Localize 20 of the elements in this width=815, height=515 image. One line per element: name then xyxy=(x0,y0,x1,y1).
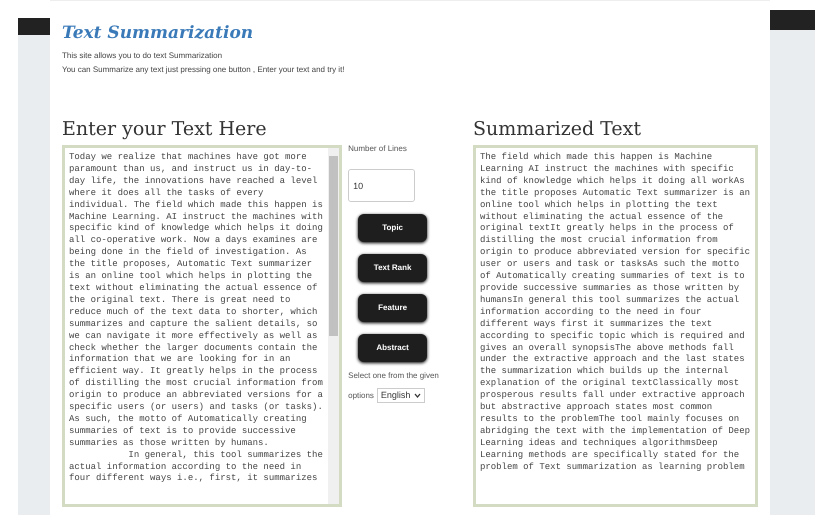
summary-output-area[interactable]: The field which made this happen is Machine Learning AI instruct the machines with specific kind of knowledge which helps it doing all workAs the title proposes Automatic Text summarizer is an online tool which helps in plotting the text without eliminating the actual essence of the original textIt greatly helps in the process of distilling the most crucial information from origin to produce abbreviated version for specific user or users and task or tasksAs such the motto of Automatically creating summaries of text is to provide successive summaries as those written by humansIn general this tool summarizes the actual information according to the need in four different ways first it summarizes the text according to specific topic which is required and gives an overall synopsisThe above methods fall under the extractive approach and the last states the summarization which builds up the internal explanation of the original textClassically most prosperous results fall under extractive approach but abstractive approach states most common results to the problemThe tool mainly focuses on abridging the text with the implementation of Deep Learning ideas and techniques algorithmsDeep Learning methods are specifically stated for the problem of Text summarization as learning problem xyxy=(472,145,758,507)
method-button[interactable]: Feature xyxy=(358,294,428,322)
section-heading: Enter your Text Here xyxy=(62,117,268,141)
side-bar xyxy=(770,10,815,30)
method-button[interactable]: Topic xyxy=(358,214,428,242)
field-label: Select one from the given xyxy=(348,370,440,382)
description-text: You can Summarize any text just pressing one button , Enter your text and try it! xyxy=(62,64,346,76)
lines-input[interactable]: 10 xyxy=(348,169,416,202)
text-input-area[interactable]: Today we realize that machines have got more paramount than us, and instruct us in day-to-day life, the innovations have reached a level where it does all the tasks of every individual. The field which made this happen is Machine Learning. AI instruct the machines with specific kind of knowledge which helps it doing all co-operative work. Now a days examines are being done in the field of investigation. As the title proposes, Automatic Text summarizer is an online tool which helps in plotting the text without eliminating the actual essence of the original text. There is great need to reduce much of the text data to shorter, which summarizes and capture the salient details, so we can navigate it more effectively as well as check whether the larger documents contain the information that we are looking for in an efficient way. It greatly helps in the process of distilling the most crucial information from origin to produce an abbreviated versions for a specific users (or users) and tasks (or tasks). As such, the motto of Automatically creating summaries of text is to provide successive summaries as those written by humans. In general, this tool summarizes the actual information according to the need in four different ways i.e., first, it summarizes xyxy=(62,145,342,507)
language-select[interactable]: English xyxy=(376,388,426,403)
scrollbar[interactable] xyxy=(328,148,340,504)
chevron-down-icon xyxy=(414,393,422,398)
site-title: Text Summarization xyxy=(62,23,254,43)
method-button[interactable]: Abstract xyxy=(358,334,428,362)
description-text: This site allows you to do text Summarization xyxy=(62,50,224,62)
section-heading: Summarized Text xyxy=(472,117,642,141)
field-label: options xyxy=(348,390,374,402)
field-label: Number of Lines xyxy=(348,143,408,155)
side-bar xyxy=(18,18,50,35)
method-button[interactable]: Text Rank xyxy=(358,254,428,282)
